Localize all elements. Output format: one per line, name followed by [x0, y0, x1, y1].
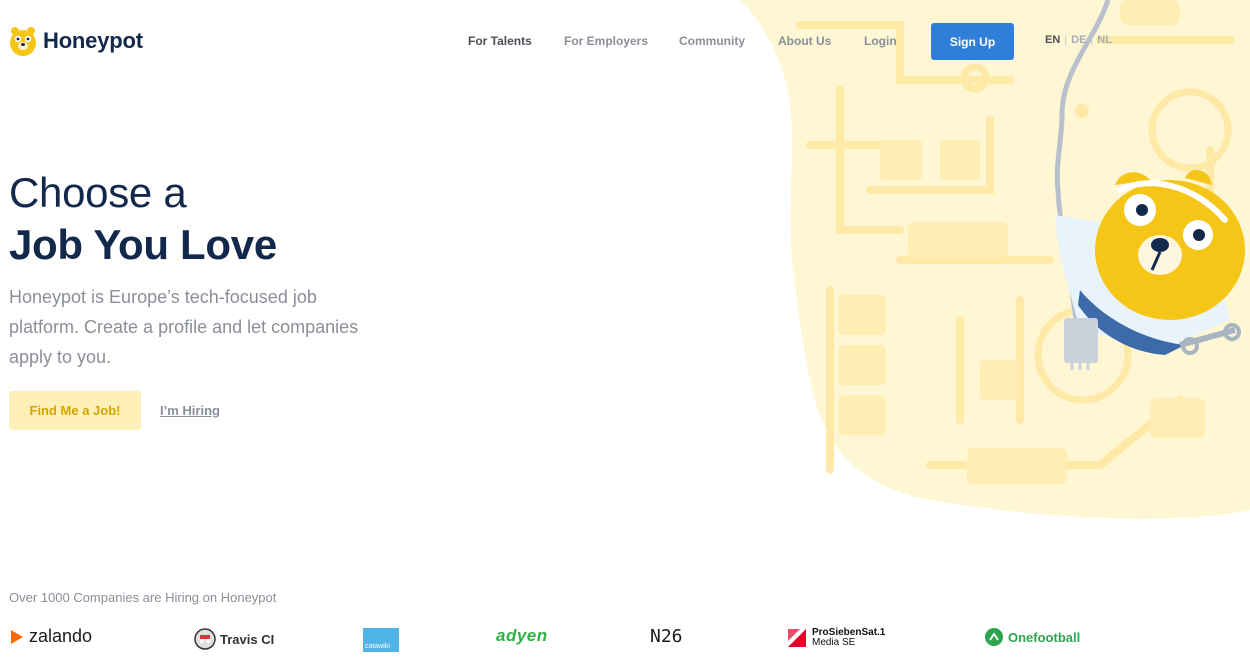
lang-de[interactable]: DE [1071, 34, 1086, 46]
honeypot-bear-icon [10, 27, 36, 56]
language-switcher: EN | DE | NL [1045, 34, 1112, 46]
catawiki-logo: catawiki [363, 628, 399, 652]
lang-separator: | [1064, 34, 1068, 46]
hero-headline: Choose a Job You Love [9, 168, 277, 272]
n26-logo: N26 [650, 626, 683, 647]
nav-community[interactable]: Community [679, 34, 745, 48]
lang-separator: | [1090, 34, 1094, 46]
nav-for-talents[interactable]: For Talents [468, 34, 532, 48]
brand-name: Honeypot [43, 28, 143, 53]
zalando-logo: zalando [9, 626, 92, 647]
bear-mascot [1055, 169, 1245, 370]
hero-subtext: Honeypot is Europe’s tech-focused job pl… [9, 287, 359, 367]
nav-for-employers[interactable]: For Employers [564, 34, 648, 48]
travis-ci-logo: Travis CI [194, 628, 274, 650]
prosieben-icon [788, 629, 806, 647]
circuit-pattern [796, 21, 1234, 474]
sign-up-button[interactable]: Sign Up [931, 23, 1014, 60]
lang-nl[interactable]: NL [1097, 34, 1112, 46]
prosiebensat1-logo: ProSiebenSat.1 Media SE [786, 627, 885, 649]
travis-ci-icon [194, 628, 216, 650]
lang-en[interactable]: EN [1045, 34, 1060, 46]
zalando-icon [11, 629, 23, 644]
cable [1054, 0, 1111, 321]
im-hiring-link[interactable]: I’m Hiring [160, 403, 220, 418]
hero-blob [740, 0, 1250, 519]
headline-line-1: Choose a [9, 169, 187, 216]
nav-login[interactable]: Login [864, 34, 897, 48]
headline-line-2: Job You Love [9, 221, 277, 268]
companies-title: Over 1000 Companies are Hiring on Honeyp… [9, 590, 277, 605]
find-me-a-job-button[interactable]: Find Me a Job! [9, 391, 141, 430]
onefootball-logo: Onefootball [984, 627, 1080, 647]
catawiki-box: catawiki [363, 628, 399, 652]
brand-logo[interactable]: Honeypot [9, 25, 143, 57]
nav-about-us[interactable]: About Us [778, 34, 831, 48]
adyen-logo: adyen [496, 626, 548, 645]
onefootball-icon [985, 628, 1003, 646]
